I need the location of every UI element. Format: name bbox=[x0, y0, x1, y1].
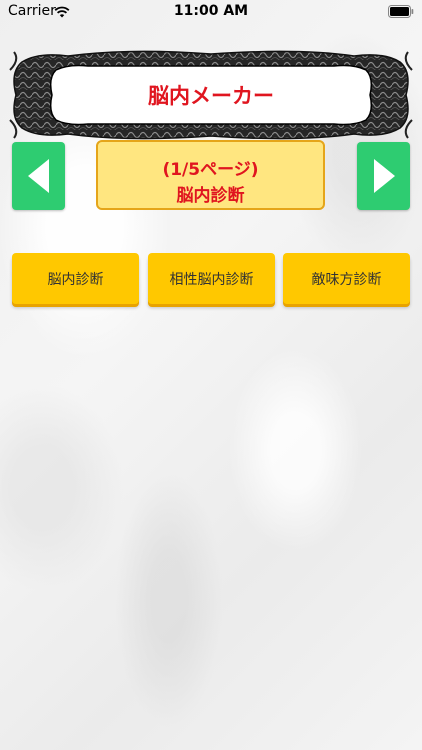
prev-page-button[interactable] bbox=[12, 142, 65, 210]
battery-icon bbox=[388, 5, 414, 18]
status-bar: Carrier 11:00 AM bbox=[0, 0, 422, 24]
arrow-left-icon bbox=[27, 159, 49, 193]
brain-diagnosis-button[interactable]: 脳内診断 bbox=[12, 253, 139, 304]
status-time: 11:00 AM bbox=[173, 3, 249, 19]
friend-foe-diagnosis-button[interactable]: 敵味方診断 bbox=[283, 253, 410, 304]
page-indicator: (1/5ページ) 脳内診断 bbox=[96, 140, 325, 210]
page-counter: (1/5ページ) bbox=[162, 160, 259, 180]
page-name: 脳内診断 bbox=[176, 186, 245, 206]
next-page-button[interactable] bbox=[357, 142, 410, 210]
page-title: 脳内メーカー bbox=[148, 84, 274, 108]
arrow-right-icon bbox=[373, 159, 395, 193]
title-frame: 脳内メーカー bbox=[8, 50, 414, 140]
compatibility-diagnosis-button[interactable]: 相性脳内診断 bbox=[148, 253, 275, 304]
